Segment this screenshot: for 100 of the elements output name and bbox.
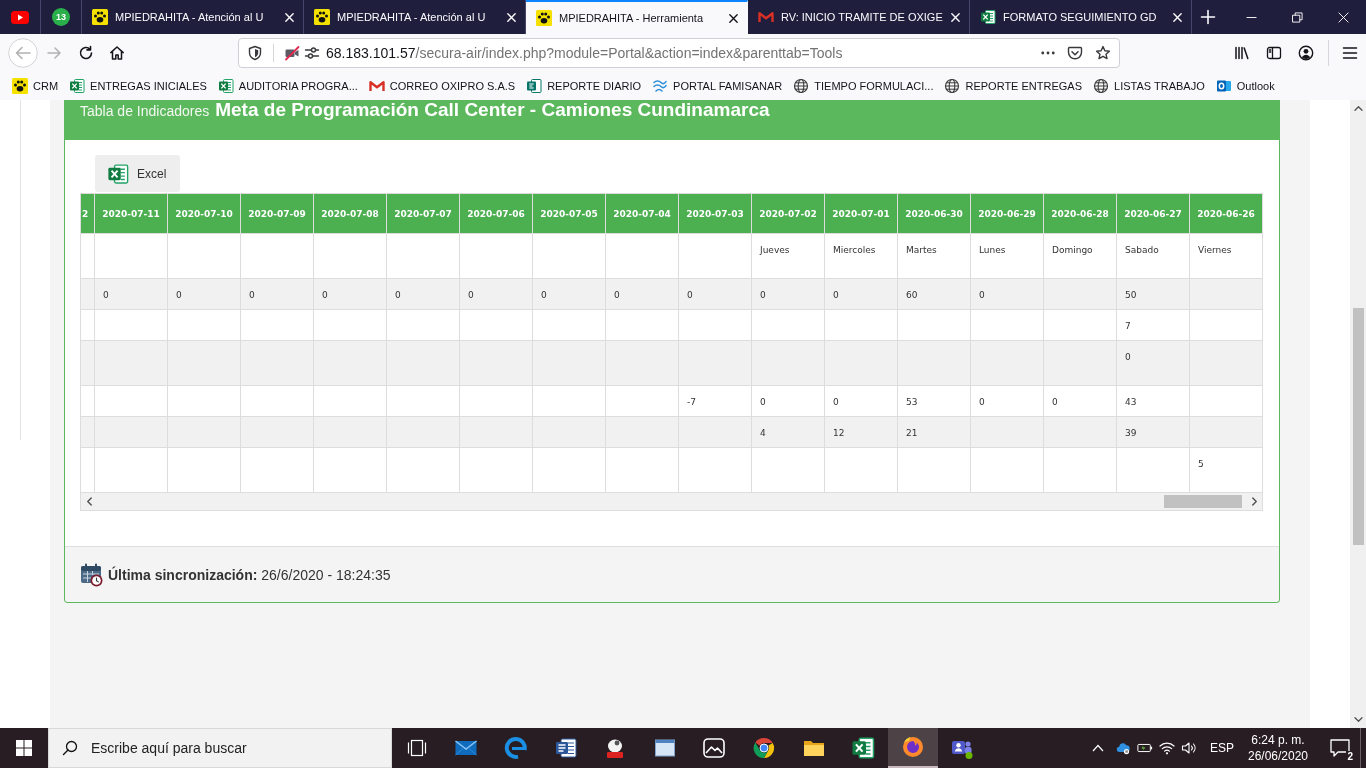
plus-icon[interactable] xyxy=(1200,9,1216,25)
column-header: 2020-06-30 xyxy=(897,193,971,234)
bookmark[interactable]: PORTAL FAMISANAR xyxy=(652,78,783,94)
unread-count-badge: 13 xyxy=(52,8,70,26)
spreadsheet-icon xyxy=(217,78,234,94)
column-header: 2020-07-03 xyxy=(678,193,752,234)
table-cell: 0 xyxy=(386,278,460,310)
table-cell: 0 xyxy=(240,278,314,310)
spreadsheet-icon xyxy=(107,162,129,185)
table-cell: 4 xyxy=(751,416,825,448)
clock[interactable]: 6:24 p. m. 26/06/2020 xyxy=(1240,732,1316,764)
reload-icon[interactable] xyxy=(78,45,94,61)
bookmark[interactable]: AUDITORIA PROGRA... xyxy=(217,78,358,94)
bookmark[interactable]: TIEMPO FORMULACI... xyxy=(793,78,934,94)
bookmark[interactable]: CORREO OXIPRO S.A.S xyxy=(368,78,516,94)
column-header: 2020-07-10 xyxy=(167,193,241,234)
shield-icon[interactable] xyxy=(247,45,263,61)
table-cell: 0 xyxy=(824,385,898,417)
cloud-icon[interactable] xyxy=(1115,741,1131,755)
chevron-up-icon[interactable] xyxy=(1353,105,1363,112)
table-cell xyxy=(80,416,95,448)
bookmark[interactable]: ENTREGAS INICIALES xyxy=(69,78,207,94)
table-cell: -7 xyxy=(678,385,752,417)
home-icon[interactable] xyxy=(109,45,125,61)
globe-icon xyxy=(1093,78,1110,94)
table-cell: Martes xyxy=(897,233,971,279)
column-header: 2020-07-05 xyxy=(532,193,606,234)
bookmark[interactable]: LISTAS TRABAJO xyxy=(1093,78,1205,94)
address-field[interactable]: 68.183.101.57/secura-air/index.php?module=Portal&action=index&parenttab=Tools xyxy=(238,38,1120,68)
chevron-left-icon[interactable] xyxy=(86,497,93,506)
column-header: 2020-06-26 xyxy=(1189,193,1263,234)
table-cell: 5 xyxy=(1189,447,1263,493)
notifications-button[interactable]: 2 xyxy=(1320,728,1360,768)
close-icon[interactable] xyxy=(728,12,739,24)
scrollbar-thumb[interactable] xyxy=(1352,308,1364,545)
column-header: 2020-06-27 xyxy=(1116,193,1190,234)
menu-icon[interactable] xyxy=(1342,45,1358,61)
search-icon xyxy=(62,740,78,756)
table-cell xyxy=(80,309,95,341)
chevron-down-icon[interactable] xyxy=(1353,716,1363,723)
speaker-icon[interactable] xyxy=(1181,741,1197,755)
card-title: Meta de Programación Call Center - Camiones Cundinamarca xyxy=(215,100,770,120)
four-squares-icon[interactable] xyxy=(16,740,32,756)
form-icon xyxy=(526,78,543,94)
sync-status-text: Última sincronización: 26/6/2020 - 18:24:35 xyxy=(108,566,391,583)
browser-tab[interactable]: MPIEDRAHITA - Herramienta xyxy=(526,0,748,34)
wifi-icon[interactable] xyxy=(1159,741,1175,755)
excel-export-button[interactable]: Excel xyxy=(95,155,180,192)
table-cell: 12 xyxy=(824,416,898,448)
table-cell: 0 xyxy=(970,278,1044,310)
table-cell: 21 xyxy=(897,416,971,448)
spreadsheet-icon xyxy=(69,78,86,94)
column-header: 2020-07-04 xyxy=(605,193,679,234)
paw-icon xyxy=(314,9,330,25)
chevron-right-icon[interactable] xyxy=(1251,497,1258,506)
more-icon[interactable] xyxy=(1041,51,1055,55)
table-cell: Jueves xyxy=(751,233,825,279)
bookmark[interactable]: REPORTE DIARIO xyxy=(526,78,642,94)
vertical-scrollbar[interactable] xyxy=(1350,100,1366,728)
table-cell: 0 xyxy=(1116,340,1190,386)
column-header: 2020-07-07 xyxy=(386,193,460,234)
battery-icon[interactable] xyxy=(1137,741,1153,755)
horizontal-scrollbar[interactable] xyxy=(80,493,1263,511)
sliders-icon[interactable] xyxy=(304,45,320,61)
slashed-camera-icon[interactable] xyxy=(284,45,300,61)
table-cell xyxy=(80,233,95,279)
table-cell: 0 xyxy=(970,385,1044,417)
calendar-clock-icon xyxy=(80,562,104,587)
scrollbar-thumb[interactable] xyxy=(1164,495,1242,508)
spreadsheet-icon xyxy=(980,9,996,25)
column-header: 2020-06-28 xyxy=(1043,193,1117,234)
sidebar-icon[interactable] xyxy=(1266,45,1282,61)
table-cell: 0 xyxy=(824,278,898,310)
play-icon xyxy=(11,10,29,24)
table-cell: 43 xyxy=(1116,385,1190,417)
search-field[interactable]: Escribe aquí para buscar xyxy=(48,728,392,768)
star-icon[interactable] xyxy=(1095,45,1111,61)
table-cell: 0 xyxy=(1043,385,1117,417)
table-cell: 7 xyxy=(1116,309,1190,341)
mountain-icon xyxy=(702,736,727,760)
paw-icon xyxy=(536,10,552,26)
column-header: 2020-07-08 xyxy=(313,193,387,234)
spreadsheet-icon xyxy=(851,736,876,760)
table-cell: Sabado xyxy=(1116,233,1190,279)
envelope-icon xyxy=(758,9,774,25)
table-cell: 0 xyxy=(167,278,241,310)
table-cell: 0 xyxy=(532,278,606,310)
column-header: 2020-07-11 xyxy=(94,193,168,234)
table-cell: 0 xyxy=(751,385,825,417)
table-cell: 0 xyxy=(94,278,168,310)
bookmark[interactable]: Outlook xyxy=(1215,78,1275,94)
language-indicator[interactable]: ESP xyxy=(1210,741,1234,755)
swirl-icon xyxy=(504,736,528,760)
bookmark[interactable]: CRM xyxy=(12,78,59,94)
restore-icon[interactable] xyxy=(1291,11,1303,23)
bookmark[interactable]: REPORTE ENTREGAS xyxy=(944,78,1083,94)
table-cell: 60 xyxy=(897,278,971,310)
account-icon[interactable] xyxy=(1298,45,1314,61)
books-icon[interactable] xyxy=(1234,45,1250,61)
chevron-pouch-icon[interactable] xyxy=(1067,45,1083,61)
